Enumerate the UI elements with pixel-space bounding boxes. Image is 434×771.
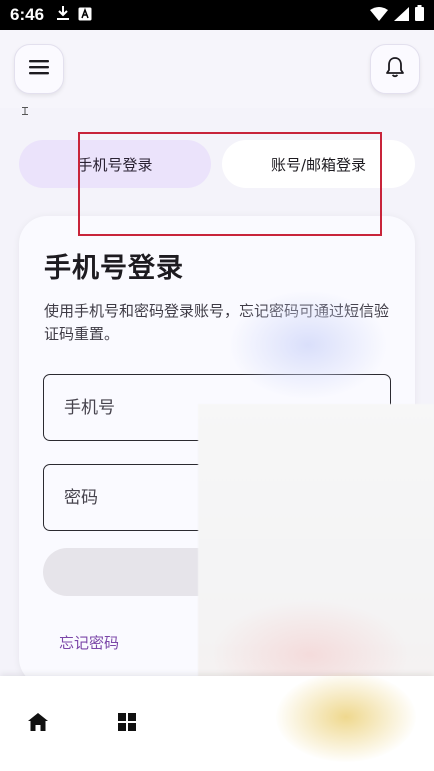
scroll-marker-icon: [22, 100, 28, 115]
password-input[interactable]: [43, 464, 391, 531]
bell-icon: [385, 56, 405, 82]
phone-input[interactable]: [43, 374, 391, 441]
status-time: 6:46: [10, 5, 45, 24]
hamburger-menu-icon: [29, 59, 49, 79]
grid-apps-icon[interactable]: [117, 712, 137, 736]
bottom-navigation: [0, 676, 434, 771]
login-card: 手机号登录 使用手机号和密码登录账号，忘记密码可通过短信验证码重置。 手机 忘记…: [19, 216, 415, 686]
tab-phone-login-label: 手机号登录: [77, 155, 153, 174]
phone-login-button[interactable]: 手机: [43, 548, 391, 596]
battery-icon: [415, 5, 424, 25]
notifications-button[interactable]: [370, 44, 420, 94]
a-box-icon: [78, 6, 92, 25]
wifi-icon: [370, 6, 388, 25]
home-icon[interactable]: [27, 712, 49, 736]
download-icon: [56, 5, 70, 25]
tab-account-email-login[interactable]: 账号/邮箱登录: [222, 140, 415, 188]
signal-icon: [394, 6, 409, 25]
tab-phone-login[interactable]: 手机号登录: [19, 140, 211, 188]
forgot-password-link[interactable]: 忘记密码: [59, 632, 119, 653]
status-bar: 6:46: [0, 0, 434, 30]
tab-account-email-login-label: 账号/邮箱登录: [270, 155, 367, 174]
card-description: 使用手机号和密码登录账号，忘记密码可通过短信验证码重置。: [44, 302, 390, 343]
app-bar: [0, 30, 434, 108]
card-title: 手机号登录: [44, 253, 184, 284]
menu-button[interactable]: [14, 44, 64, 94]
